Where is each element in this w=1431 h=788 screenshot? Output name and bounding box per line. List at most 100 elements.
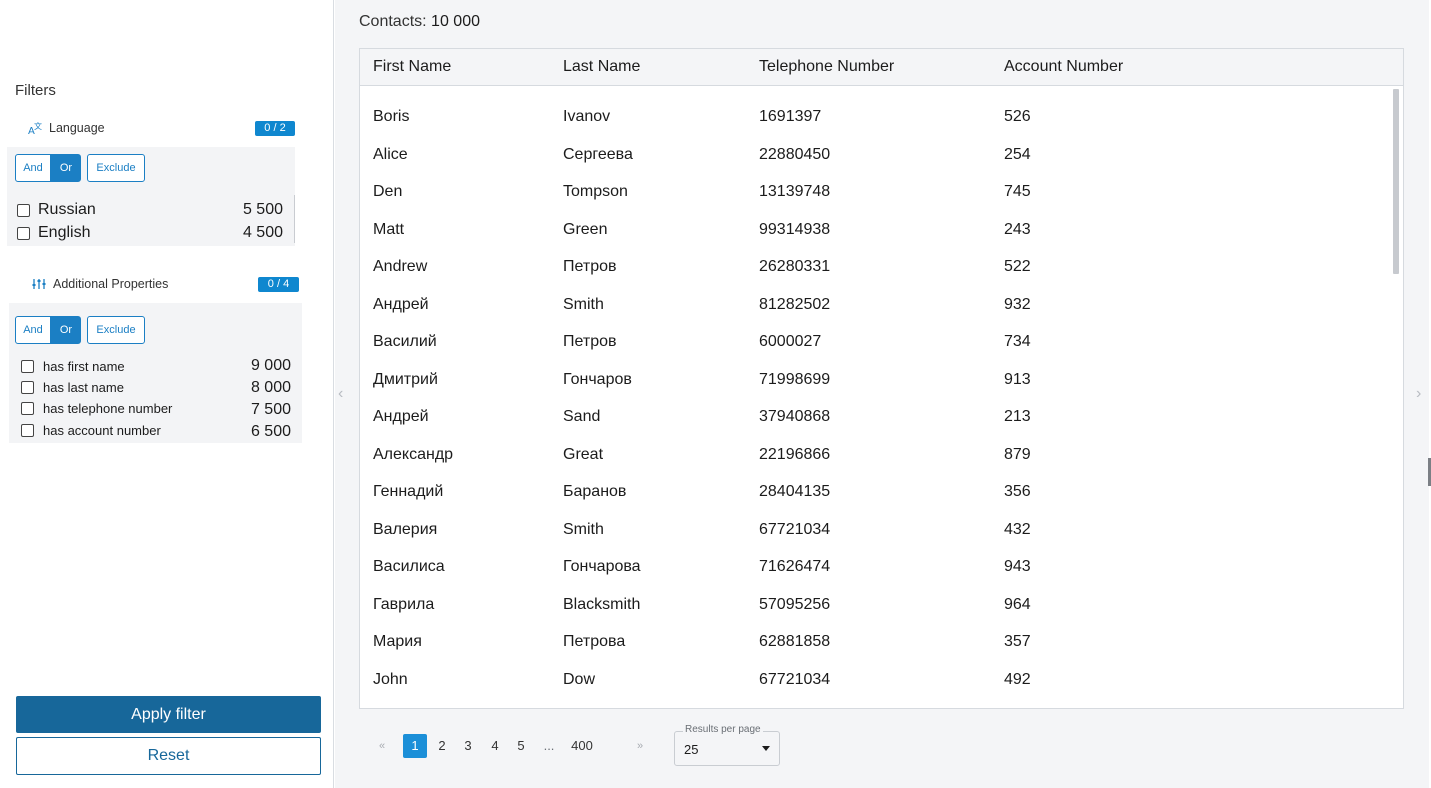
checkbox[interactable] — [17, 226, 30, 240]
checkbox[interactable] — [21, 360, 34, 373]
prev-arrow-icon[interactable]: ‹ — [338, 385, 343, 403]
checkbox[interactable] — [21, 381, 34, 394]
page-button-1[interactable]: 1 — [403, 734, 427, 758]
property-option-account-number[interactable]: has account number — [21, 423, 161, 438]
property-option-first-name[interactable]: has first name — [21, 359, 125, 374]
table-cell: Sand — [563, 408, 601, 425]
table-cell: Василий — [373, 333, 437, 350]
table-cell: Баранов — [563, 483, 627, 500]
checkbox[interactable] — [17, 203, 30, 217]
table-cell: 492 — [1004, 670, 1031, 688]
table-cell: Геннадий — [373, 483, 444, 500]
language-option-english[interactable]: English — [17, 224, 90, 242]
table-cell: Smith — [563, 295, 604, 313]
properties-mode-and-button[interactable]: And — [15, 316, 51, 344]
table-cell: 71998699 — [759, 370, 831, 388]
filters-title: Filters — [15, 82, 56, 99]
table-cell: Great — [563, 445, 604, 463]
table-row[interactable]: Александр Great 22196866 879 — [360, 436, 1394, 473]
table-row[interactable]: Валерия Smith 67721034 432 — [360, 511, 1394, 548]
language-list-scroll-edge — [294, 195, 295, 243]
table-row[interactable]: John Dow 67721034 492 — [360, 661, 1394, 698]
table-row[interactable]: Дмитрий Гончаров 71998699 913 — [360, 361, 1394, 398]
table-row[interactable]: Гаврила Blacksmith 57095256 964 — [360, 586, 1394, 623]
properties-mode-toggle: And Or Exclude — [15, 316, 145, 344]
table-cell: 99314938 — [759, 220, 831, 238]
sliders-icon — [31, 276, 47, 292]
property-option-last-name[interactable]: has last name — [21, 380, 124, 395]
svg-text:文: 文 — [34, 121, 42, 131]
table-cell: John — [373, 670, 408, 688]
results-per-page-select[interactable]: Results per page 25 — [674, 724, 780, 766]
language-mode-and-button[interactable]: And — [15, 154, 51, 182]
properties-selected-badge: 0 / 4 — [258, 277, 299, 292]
table-cell: Мария — [373, 633, 422, 650]
table-cell: Петрова — [563, 633, 626, 650]
language-option-russian[interactable]: Russian — [17, 201, 96, 219]
next-page-button[interactable]: » — [633, 734, 647, 758]
table-row[interactable]: Мария Петрова 62881858 357 — [360, 623, 1394, 660]
filter-sidebar: Filters A 文 Language 0 / 2 And Or Exclud… — [0, 0, 334, 788]
table-cell: 964 — [1004, 595, 1031, 613]
property-option-telephone-number[interactable]: has telephone number — [21, 401, 172, 416]
page-button-5[interactable]: 5 — [513, 734, 529, 758]
table-cell: 62881858 — [759, 633, 831, 650]
table-cell: Гончарова — [563, 558, 641, 575]
table-scrollbar[interactable] — [1393, 89, 1399, 274]
table-cell: 254 — [1004, 145, 1031, 163]
next-arrow-icon[interactable]: › — [1416, 385, 1421, 403]
page-button-3[interactable]: 3 — [460, 734, 476, 758]
reset-button[interactable]: Reset — [16, 737, 321, 775]
contacts-table: First Name Last Name Telephone Number Ac… — [359, 48, 1404, 709]
table-cell: Александр — [373, 445, 454, 463]
page-button-last[interactable]: 400 — [567, 734, 597, 758]
table-header: First Name Last Name Telephone Number Ac… — [360, 49, 1403, 86]
table-row[interactable]: Василиса Гончарова 71626474 943 — [360, 548, 1394, 585]
table-cell: 932 — [1004, 295, 1031, 313]
option-label: has first name — [43, 359, 125, 374]
column-header-telephone-number[interactable]: Telephone Number — [759, 58, 894, 76]
table-cell: 943 — [1004, 558, 1031, 575]
table-row[interactable]: Alice Сергеева 22880450 254 — [360, 136, 1394, 173]
column-header-account-number[interactable]: Account Number — [1004, 58, 1123, 76]
first-page-button[interactable]: « — [375, 734, 389, 758]
table-cell: 26280331 — [759, 258, 831, 275]
properties-filter-header[interactable]: Additional Properties — [31, 276, 168, 292]
table-row[interactable]: Matt Green 99314938 243 — [360, 211, 1394, 248]
results-per-page-value: 25 — [684, 742, 699, 757]
table-cell: Den — [373, 183, 403, 200]
table-row[interactable]: Den Tompson 13139748 745 — [360, 173, 1394, 210]
apply-filter-button[interactable]: Apply filter — [16, 696, 321, 733]
checkbox[interactable] — [21, 402, 34, 415]
option-count: 6 500 — [250, 423, 291, 440]
page-button-2[interactable]: 2 — [434, 734, 450, 758]
language-filter-header[interactable]: A 文 Language — [27, 120, 105, 137]
table-cell: Сергеева — [563, 145, 633, 163]
table-row[interactable]: Boris Ivanov 1691397 526 — [360, 98, 1394, 135]
properties-filter-label: Additional Properties — [53, 277, 169, 291]
table-cell: Гончаров — [563, 370, 632, 388]
table-row[interactable]: Андрей Sand 37940868 213 — [360, 398, 1394, 435]
table-row[interactable]: Василий Петров 6000027 734 — [360, 323, 1394, 360]
table-cell: Tompson — [563, 183, 628, 200]
table-cell: 526 — [1004, 108, 1031, 125]
column-header-last-name[interactable]: Last Name — [563, 58, 640, 76]
table-cell: 71626474 — [759, 558, 831, 575]
contacts-main: Contacts: 10 000 ‹ › First Name Last Nam… — [335, 0, 1429, 788]
option-count: 4 500 — [242, 224, 283, 241]
table-row[interactable]: Андрей Smith 81282502 932 — [360, 286, 1394, 323]
page-button-4[interactable]: 4 — [487, 734, 503, 758]
table-row[interactable]: Геннадий Баранов 28404135 356 — [360, 473, 1394, 510]
column-header-first-name[interactable]: First Name — [373, 58, 451, 76]
table-row[interactable]: Andrew Петров 26280331 522 — [360, 248, 1394, 285]
caret-down-icon — [762, 746, 770, 751]
option-count: 5 500 — [242, 201, 283, 218]
properties-mode-exclude-button[interactable]: Exclude — [87, 316, 145, 344]
option-count: 9 000 — [250, 357, 291, 374]
properties-mode-or-button[interactable]: Or — [51, 316, 81, 344]
table-cell: Валерия — [373, 520, 438, 538]
language-mode-exclude-button[interactable]: Exclude — [87, 154, 145, 182]
language-mode-or-button[interactable]: Or — [51, 154, 81, 182]
table-cell: Matt — [373, 220, 405, 238]
checkbox[interactable] — [21, 424, 34, 437]
